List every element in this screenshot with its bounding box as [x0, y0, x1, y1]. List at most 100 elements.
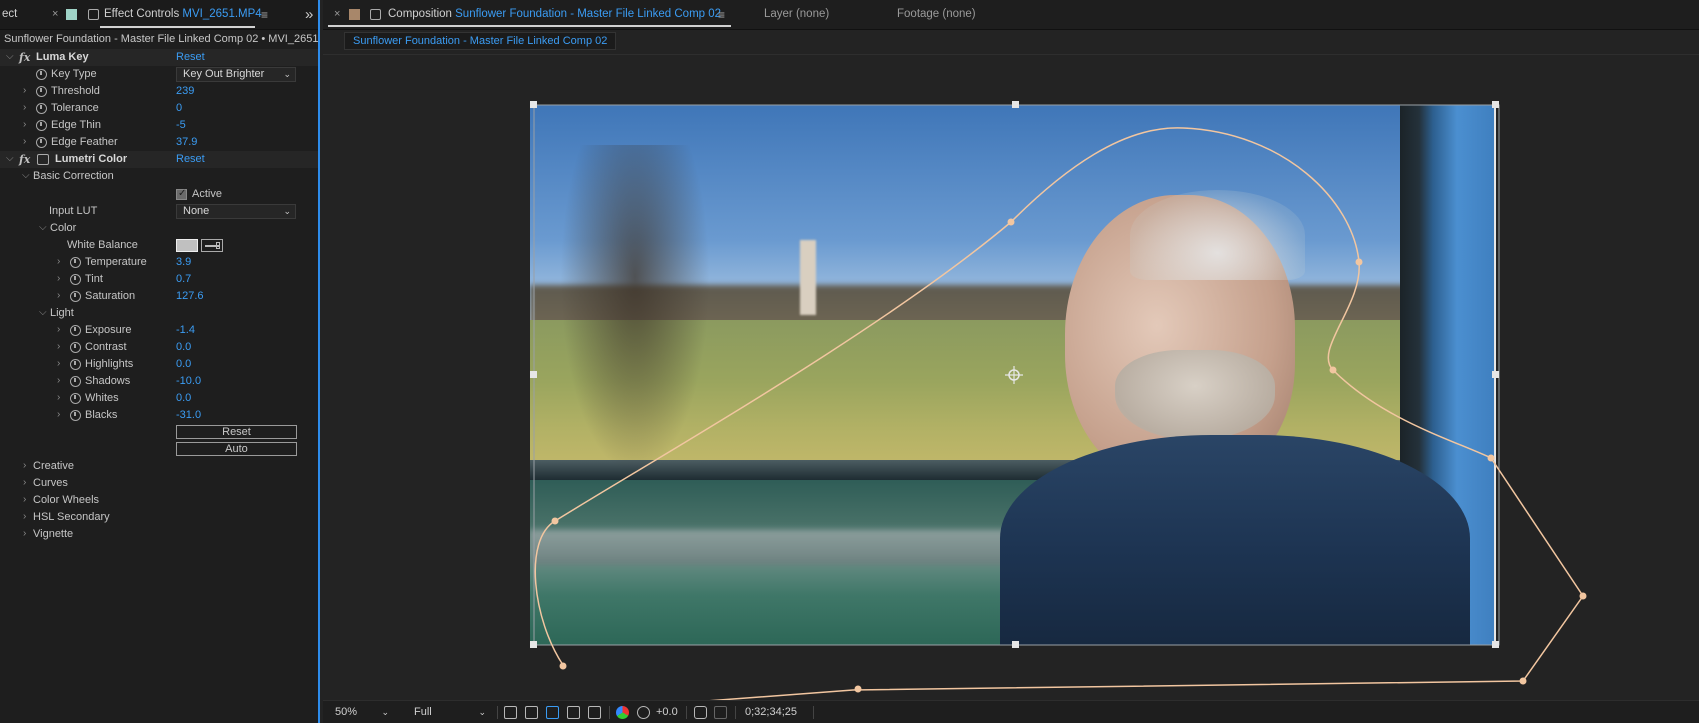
stopwatch-icon[interactable]: [70, 274, 81, 285]
chevron-right-icon[interactable]: ›: [57, 324, 60, 335]
chevron-right-icon[interactable]: ›: [57, 256, 60, 267]
key-type-dropdown[interactable]: Key Out Brighter ⌄: [176, 67, 296, 82]
chevron-right-icon[interactable]: ›: [23, 102, 26, 113]
chevron-right-icon[interactable]: ›: [57, 375, 60, 386]
fx-icon[interactable]: fx: [19, 51, 30, 64]
section-hsl-secondary[interactable]: › HSL Secondary: [0, 509, 318, 526]
transform-handle[interactable]: [1492, 101, 1499, 108]
chevron-right-icon[interactable]: ›: [57, 409, 60, 420]
stopwatch-icon[interactable]: [70, 257, 81, 268]
mask-vertex[interactable]: [1519, 677, 1527, 685]
stopwatch-icon[interactable]: [70, 291, 81, 302]
chevron-right-icon[interactable]: ›: [23, 136, 26, 147]
mask-vertex[interactable]: [1579, 592, 1587, 600]
chevron-right-icon[interactable]: ›: [57, 341, 60, 352]
chevron-down-icon[interactable]: ⌵: [6, 153, 14, 164]
section-color-wheels[interactable]: › Color Wheels: [0, 492, 318, 509]
section-curves[interactable]: › Curves: [0, 475, 318, 492]
mask-vertex[interactable]: [559, 662, 567, 670]
transform-handle[interactable]: [1492, 371, 1499, 378]
panel-menu-icon[interactable]: ≡: [261, 8, 268, 22]
tab-effect-controls[interactable]: Effect Controls MVI_2651.MP4: [104, 8, 262, 20]
fx-icon[interactable]: fx: [19, 153, 30, 166]
transform-handle[interactable]: [530, 641, 537, 648]
transform-handle[interactable]: [1012, 101, 1019, 108]
mask-vertex[interactable]: [1487, 454, 1495, 462]
lumetri-reset-link[interactable]: Reset: [176, 153, 205, 165]
stopwatch-icon[interactable]: [36, 137, 47, 148]
transparency-grid-icon[interactable]: [525, 706, 538, 719]
timecode[interactable]: 0;32;34;25: [745, 706, 797, 718]
transform-handle[interactable]: [1012, 641, 1019, 648]
stopwatch-icon[interactable]: [70, 410, 81, 421]
tint-value[interactable]: 0.7: [176, 273, 191, 285]
transform-handle[interactable]: [1492, 641, 1499, 648]
mask-vertex[interactable]: [1355, 258, 1363, 266]
mask-vertex[interactable]: [1007, 218, 1015, 226]
chevron-right-icon[interactable]: ›: [23, 460, 26, 471]
stopwatch-icon[interactable]: [70, 325, 81, 336]
close-tab-icon[interactable]: ×: [52, 8, 58, 20]
whites-value[interactable]: 0.0: [176, 392, 191, 404]
chevron-right-icon[interactable]: ›: [57, 290, 60, 301]
stopwatch-icon[interactable]: [70, 393, 81, 404]
saturation-value[interactable]: 127.6: [176, 290, 204, 302]
edge-feather-value[interactable]: 37.9: [176, 136, 197, 148]
show-snapshot-icon[interactable]: [714, 706, 727, 719]
mask-path[interactable]: [534, 127, 1584, 700]
temperature-value[interactable]: 3.9: [176, 256, 191, 268]
highlights-value[interactable]: 0.0: [176, 358, 191, 370]
stopwatch-icon[interactable]: [70, 376, 81, 387]
mask-vertex[interactable]: [1329, 366, 1337, 374]
stopwatch-icon[interactable]: [36, 69, 47, 80]
chevron-right-icon[interactable]: ›: [57, 273, 60, 284]
edge-thin-value[interactable]: -5: [176, 119, 186, 131]
channels-icon[interactable]: [616, 706, 629, 719]
tab-previous-label[interactable]: ect: [2, 8, 17, 20]
light-group-row[interactable]: ⌵ Light: [0, 305, 318, 322]
white-balance-swatch[interactable]: [176, 239, 198, 252]
chevron-right-icon[interactable]: ›: [23, 511, 26, 522]
zoom-dropdown[interactable]: 50% ⌄: [331, 705, 393, 720]
section-vignette[interactable]: › Vignette: [0, 526, 318, 543]
input-lut-dropdown[interactable]: None ⌄: [176, 204, 296, 219]
expand-panels-icon[interactable]: »: [305, 6, 313, 23]
shadows-value[interactable]: -10.0: [176, 375, 201, 387]
resolution-dropdown[interactable]: Full ⌄: [410, 705, 490, 720]
contrast-value[interactable]: 0.0: [176, 341, 191, 353]
transform-handle[interactable]: [530, 371, 537, 378]
chevron-down-icon[interactable]: ⌵: [39, 307, 47, 318]
chevron-down-icon[interactable]: ⌵: [22, 170, 30, 181]
fast-preview-icon[interactable]: [504, 706, 517, 719]
grid-guides-icon[interactable]: [588, 706, 601, 719]
chevron-right-icon[interactable]: ›: [23, 477, 26, 488]
luma-key-reset-link[interactable]: Reset: [176, 51, 205, 63]
lumetri-color-header[interactable]: ⌵ fx Lumetri Color Reset: [0, 151, 318, 168]
stopwatch-icon[interactable]: [70, 342, 81, 353]
exposure-reset-icon[interactable]: [637, 706, 650, 719]
blacks-value[interactable]: -31.0: [176, 409, 201, 421]
lumetri-reset-button[interactable]: Reset: [176, 425, 297, 439]
threshold-value[interactable]: 239: [176, 85, 194, 97]
lock-icon[interactable]: [88, 9, 99, 20]
active-checkbox[interactable]: [176, 188, 187, 200]
exposure-value[interactable]: -1.4: [176, 324, 195, 336]
color-group-row[interactable]: ⌵ Color: [0, 220, 318, 237]
tolerance-value[interactable]: 0: [176, 102, 182, 114]
chevron-down-icon[interactable]: ⌵: [39, 222, 47, 233]
mask-visibility-icon[interactable]: [546, 706, 559, 719]
stopwatch-icon[interactable]: [70, 359, 81, 370]
camera-snapshot-icon[interactable]: [694, 706, 707, 719]
chevron-down-icon[interactable]: ⌵: [6, 51, 14, 62]
chevron-right-icon[interactable]: ›: [57, 358, 60, 369]
transform-handle[interactable]: [530, 101, 537, 108]
mask-vertex[interactable]: [551, 517, 559, 525]
section-creative[interactable]: › Creative: [0, 458, 318, 475]
stopwatch-icon[interactable]: [36, 86, 47, 97]
exposure-value[interactable]: +0.0: [656, 706, 678, 718]
region-of-interest-icon[interactable]: [567, 706, 580, 719]
mask-overlay[interactable]: [323, 0, 1699, 700]
mask-vertex[interactable]: [854, 685, 862, 693]
lumetri-auto-button[interactable]: Auto: [176, 442, 297, 456]
chevron-right-icon[interactable]: ›: [23, 119, 26, 130]
